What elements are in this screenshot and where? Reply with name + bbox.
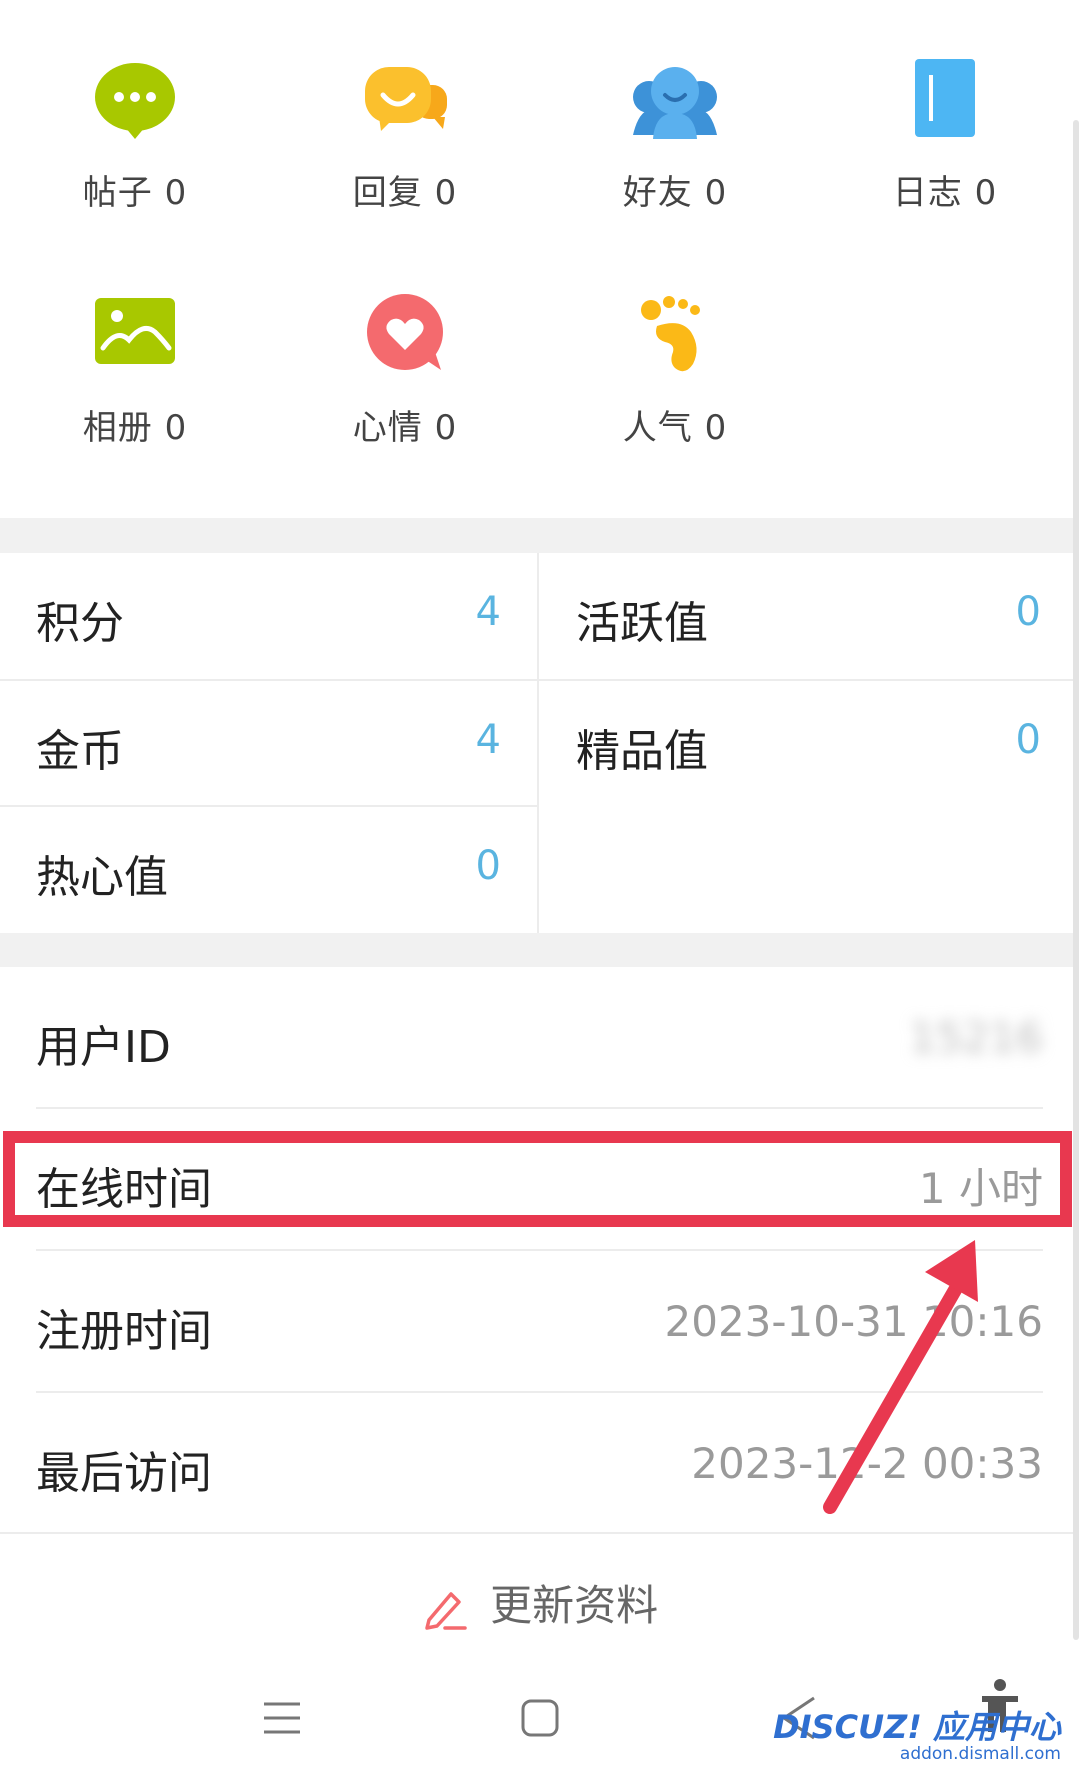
scrollbar[interactable] (1073, 120, 1079, 1640)
home-icon[interactable] (520, 1698, 560, 1738)
menu-icon[interactable] (262, 1698, 302, 1738)
arrow-annotation-icon (823, 1240, 978, 1514)
watermark-logo: DISCUZ! 应用中心 addon.dismall.com (773, 1702, 1061, 1764)
system-nav-bar: DISCUZ! 应用中心 addon.dismall.com (0, 1652, 1079, 1782)
watermark-brand: DISCUZ! 应用中心 (773, 1708, 1061, 1746)
edit-pencil-icon (425, 1591, 467, 1630)
update-profile-bar: 更新资料 (0, 1532, 1079, 1654)
update-profile-label: 更新资料 (490, 1581, 659, 1630)
update-profile-button[interactable]: 更新资料 (0, 1572, 1079, 1633)
